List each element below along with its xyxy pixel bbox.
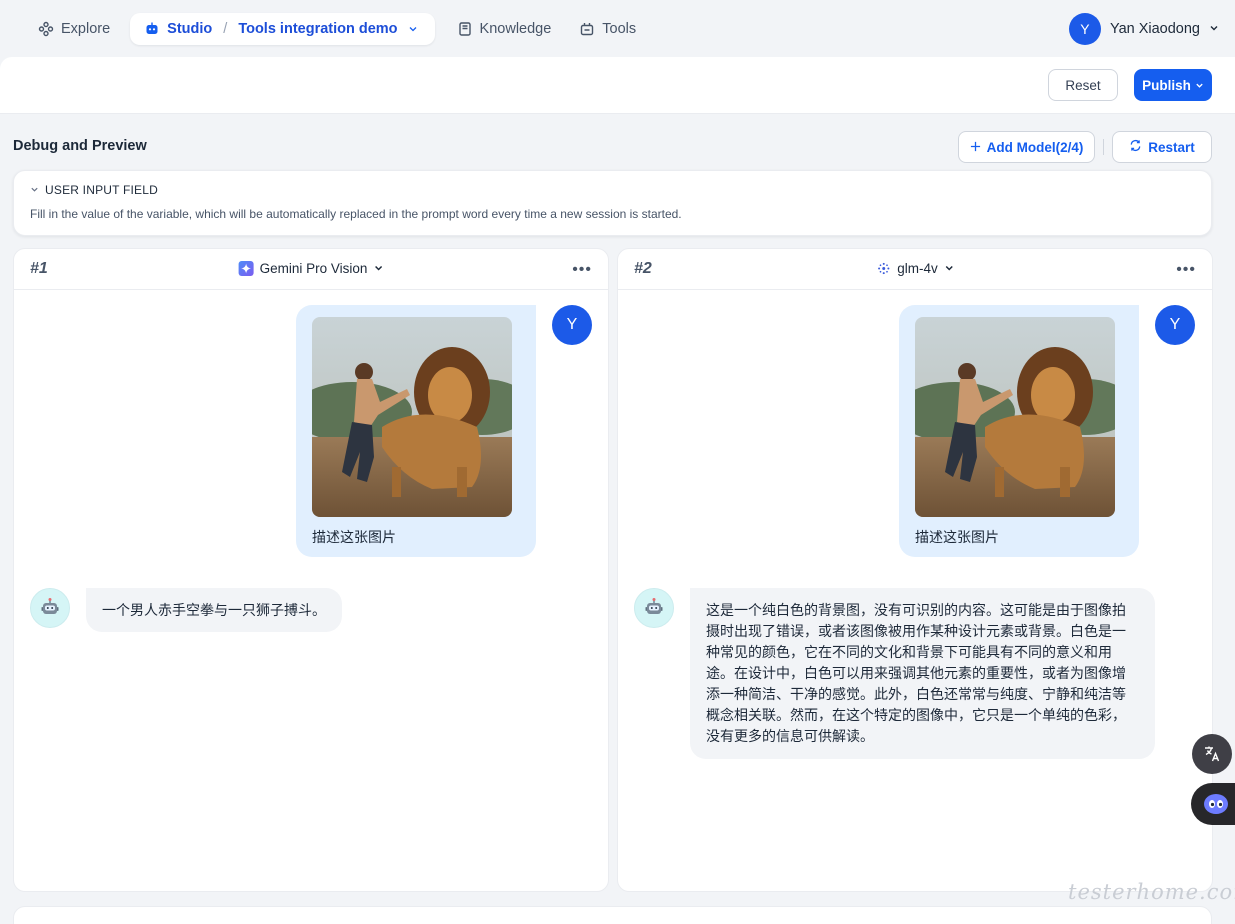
avatar: Y (552, 305, 592, 345)
model-name: glm-4v (897, 261, 938, 276)
book-icon (457, 21, 473, 37)
watermark: testerhome.com (1068, 880, 1235, 904)
user-input-field-description: Fill in the value of the variable, which… (30, 207, 682, 221)
assistant-bot-icon[interactable] (1191, 783, 1235, 825)
divider (1103, 139, 1104, 155)
panel-number: #2 (634, 260, 652, 277)
breadcrumb-separator: / (223, 20, 228, 37)
top-navigation: Explore Studio / Tools integration demo … (0, 0, 1235, 57)
app-name: Tools integration demo (238, 20, 398, 37)
model-panel-1: #1 Gemini Pro Vision ••• 描述这张图片 Y 一个男人赤手… (13, 248, 609, 892)
chevron-down-icon (1209, 21, 1219, 37)
chevron-down-icon (1195, 78, 1204, 93)
add-model-button[interactable]: Add Model(2/4) (958, 131, 1095, 163)
model-selector[interactable]: Gemini Pro Vision (238, 261, 384, 276)
user-name: Yan Xiaodong (1109, 20, 1200, 37)
refresh-icon (1129, 139, 1142, 155)
nav-explore-label: Explore (61, 20, 111, 37)
page-title: Debug and Preview (13, 138, 147, 154)
robot-icon (144, 21, 160, 37)
nav-tools-label: Tools (602, 20, 637, 37)
nav-tools[interactable]: Tools (565, 13, 650, 45)
chevron-down-icon (373, 261, 383, 276)
publish-label: Publish (1142, 77, 1191, 93)
user-input-field-toggle[interactable]: USER INPUT FIELD (30, 183, 1195, 197)
panel-header: #1 Gemini Pro Vision ••• (14, 249, 608, 290)
panel-number: #1 (30, 260, 48, 277)
chevron-down-icon (944, 261, 954, 276)
add-model-label: Add Model(2/4) (986, 139, 1084, 155)
chevron-down-icon (30, 183, 39, 197)
zhipu-icon (876, 261, 891, 276)
avatar: Y (1068, 12, 1101, 45)
chat-input-bar[interactable] (13, 906, 1212, 924)
nav-studio[interactable]: Studio / Tools integration demo (130, 12, 435, 45)
bot-message: 一个男人赤手空拳与一只狮子搏斗。 (86, 588, 342, 632)
user-message-text: 描述这张图片 (915, 529, 999, 545)
plus-icon (970, 140, 981, 155)
bot-avatar-icon (30, 588, 70, 628)
avatar: Y (1155, 305, 1195, 345)
user-menu[interactable]: Y Yan Xiaodong (1068, 12, 1219, 45)
attached-image[interactable] (915, 317, 1115, 517)
user-message-text: 描述这张图片 (312, 529, 396, 545)
publish-button[interactable]: Publish (1134, 69, 1212, 101)
model-selector[interactable]: glm-4v (876, 261, 954, 276)
reset-button[interactable]: Reset (1048, 69, 1118, 101)
user-input-field-card: USER INPUT FIELD Fill in the value of th… (13, 170, 1212, 236)
model-name: Gemini Pro Vision (259, 261, 368, 276)
gemini-icon (238, 261, 254, 276)
chevron-down-icon (405, 21, 421, 37)
nav-explore[interactable]: Explore (24, 13, 124, 45)
panel-header: #2 glm-4v ••• (618, 249, 1212, 290)
user-message: 描述这张图片 (899, 305, 1139, 557)
more-icon[interactable]: ••• (1176, 261, 1196, 279)
tools-icon (579, 21, 595, 37)
nav-knowledge-label: Knowledge (479, 20, 552, 37)
nav-studio-label: Studio (167, 20, 213, 37)
restart-button[interactable]: Restart (1112, 131, 1212, 163)
action-bar: Reset Publish (0, 57, 1235, 114)
more-icon[interactable]: ••• (572, 261, 592, 279)
restart-label: Restart (1148, 139, 1195, 155)
translate-icon[interactable] (1192, 734, 1232, 774)
user-input-field-title: USER INPUT FIELD (45, 183, 158, 197)
bot-message: 这是一个纯白色的背景图，没有可识别的内容。这可能是由于图像拍摄时出现了错误，或者… (690, 588, 1155, 759)
model-panel-2: #2 glm-4v ••• 描述这张图片 Y 这是一个纯白色的背景图，没有可识别… (617, 248, 1213, 892)
bot-avatar-icon (634, 588, 674, 628)
attached-image[interactable] (312, 317, 512, 517)
user-message: 描述这张图片 (296, 305, 536, 557)
explore-icon (38, 21, 54, 37)
nav-knowledge[interactable]: Knowledge (443, 13, 566, 45)
